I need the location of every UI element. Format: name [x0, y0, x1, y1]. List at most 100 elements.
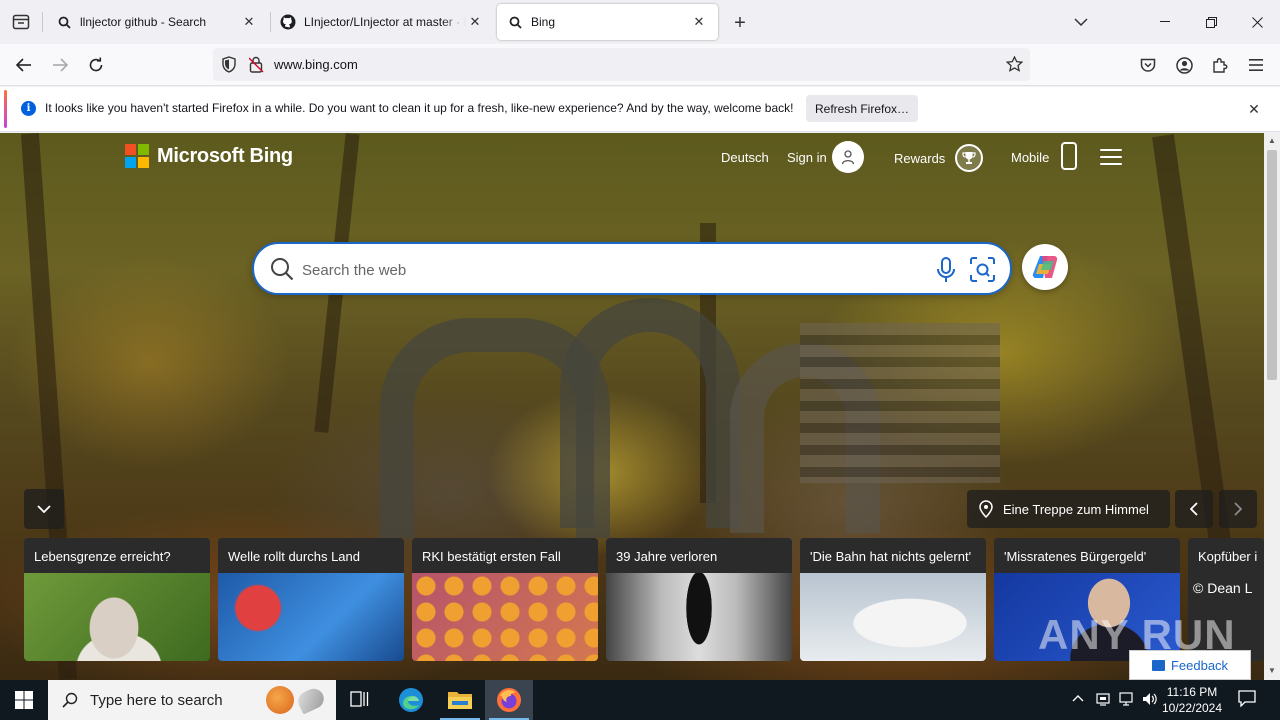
- news-card-title: Welle rollt durchs Land: [228, 549, 360, 564]
- extensions-button[interactable]: [1204, 49, 1236, 81]
- feedback-button[interactable]: Feedback: [1129, 650, 1251, 680]
- news-card-title: 'Missratenes Bürgergeld': [1004, 549, 1147, 564]
- trophy-icon[interactable]: [955, 144, 983, 172]
- image-copyright[interactable]: © Dean L: [1193, 580, 1252, 596]
- task-view-button[interactable]: [336, 680, 384, 720]
- url-text[interactable]: www.bing.com: [274, 57, 358, 72]
- volume-icon[interactable]: [1142, 691, 1158, 710]
- pocket-button[interactable]: [1132, 49, 1164, 81]
- avatar[interactable]: [832, 141, 864, 173]
- network-icon[interactable]: [1119, 691, 1135, 710]
- account-icon: [1175, 56, 1193, 74]
- mobile-phone-icon[interactable]: [1061, 142, 1077, 170]
- close-tab-icon[interactable]: ✕: [466, 13, 484, 31]
- tab-title: LInjector/LInjector at master · It: [304, 15, 466, 29]
- action-center-icon[interactable]: [1238, 689, 1256, 710]
- reload-button[interactable]: [80, 49, 112, 81]
- page-scrollbar[interactable]: ▲ ▼: [1264, 133, 1280, 680]
- search-input[interactable]: [302, 258, 902, 282]
- back-button[interactable]: [8, 49, 40, 81]
- next-image-button[interactable]: [1219, 490, 1257, 528]
- hamburger-line: [1100, 163, 1122, 165]
- logo-yellow: [138, 157, 149, 168]
- collapse-feed-button[interactable]: [24, 489, 64, 529]
- edge-taskbar-button[interactable]: [387, 680, 435, 720]
- url-bar[interactable]: www.bing.com: [213, 48, 1030, 81]
- search-box[interactable]: [252, 242, 1012, 295]
- minimize-button[interactable]: [1142, 0, 1188, 44]
- info-icon: i: [21, 101, 36, 116]
- scroll-up-icon[interactable]: ▲: [1268, 136, 1276, 145]
- image-info-button[interactable]: Eine Treppe zum Himmel: [967, 490, 1170, 528]
- show-hidden-icons-chevron[interactable]: [1072, 690, 1084, 705]
- close-tab-icon[interactable]: ✕: [690, 13, 708, 31]
- microsoft-bing-logo[interactable]: Microsoft Bing: [125, 144, 293, 168]
- task-view-icon: [350, 691, 369, 707]
- sign-in-link[interactable]: Sign in: [787, 150, 827, 165]
- tab-bing[interactable]: Bing ✕: [497, 4, 718, 40]
- news-card-title: Lebensgrenze erreicht?: [34, 549, 171, 564]
- news-card-image: [24, 573, 210, 661]
- tracking-protection-shield-icon[interactable]: [221, 56, 237, 78]
- rewards-link[interactable]: Rewards: [894, 151, 945, 166]
- restore-button[interactable]: [1188, 0, 1234, 44]
- close-window-button[interactable]: [1234, 0, 1280, 44]
- mobile-link[interactable]: Mobile: [1011, 150, 1049, 165]
- whistle-icon: [294, 685, 328, 715]
- brand-name: Microsoft Bing: [157, 144, 293, 167]
- firefox-view-button[interactable]: [0, 0, 42, 44]
- news-card-image: [606, 573, 792, 661]
- news-card-image: [218, 573, 404, 661]
- notification-message: It looks like you haven't started Firefo…: [45, 101, 794, 115]
- tab-llnjector-search[interactable]: llnjector github - Search ✕: [46, 4, 268, 40]
- close-tab-icon[interactable]: ✕: [240, 13, 258, 31]
- firefox-taskbar-button[interactable]: [485, 680, 533, 720]
- notification-accent: [4, 90, 7, 128]
- user-icon: [841, 150, 855, 165]
- microphone-icon[interactable]: [936, 257, 956, 288]
- start-button[interactable]: [0, 680, 48, 720]
- news-card[interactable]: Lebensgrenze erreicht?: [24, 538, 210, 661]
- bing-menu-button[interactable]: [1100, 149, 1122, 165]
- windows-defender-icon[interactable]: [1096, 691, 1110, 710]
- copilot-button[interactable]: [1022, 244, 1068, 290]
- tab-github[interactable]: LInjector/LInjector at master · It ✕: [270, 4, 494, 40]
- file-explorer-icon: [448, 692, 472, 709]
- feedback-label: Feedback: [1170, 657, 1229, 673]
- previous-image-button[interactable]: [1175, 490, 1213, 528]
- refresh-notification-bar: i It looks like you haven't started Fire…: [0, 87, 1280, 132]
- list-all-tabs-button[interactable]: [1058, 0, 1104, 44]
- system-clock[interactable]: 11:16 PM 10/22/2024: [1160, 684, 1224, 716]
- news-card[interactable]: 39 Jahre verloren: [606, 538, 792, 661]
- news-card[interactable]: Welle rollt durchs Land: [218, 538, 404, 661]
- news-card-title: Kopfüber i: [1198, 549, 1258, 564]
- bookmark-star-icon[interactable]: [1005, 55, 1024, 77]
- language-link[interactable]: Deutsch: [721, 150, 769, 165]
- account-button[interactable]: [1168, 49, 1200, 81]
- news-card[interactable]: RKI bestätigt ersten Fall: [412, 538, 598, 661]
- news-card[interactable]: 'Die Bahn hat nichts gelernt': [800, 538, 986, 661]
- forward-button[interactable]: [44, 49, 76, 81]
- refresh-firefox-button[interactable]: Refresh Firefox…: [806, 95, 918, 122]
- new-tab-button[interactable]: +: [728, 11, 752, 35]
- close-notification-icon[interactable]: ✕: [1245, 100, 1263, 118]
- chevron-down-icon: [1074, 18, 1088, 26]
- windows-taskbar: Type here to search 11:16 PM 10/22/2024: [0, 680, 1280, 720]
- tab-strip: llnjector github - Search ✕ LInjector/LI…: [0, 0, 1280, 44]
- app-menu-button[interactable]: [1240, 49, 1272, 81]
- scroll-down-icon[interactable]: ▼: [1268, 666, 1276, 675]
- search-icon[interactable]: [270, 257, 294, 286]
- search-icon: [507, 14, 523, 30]
- visual-search-icon[interactable]: [969, 256, 996, 288]
- scrollbar-thumb[interactable]: [1267, 150, 1277, 380]
- taskbar-search-placeholder: Type here to search: [90, 691, 223, 709]
- firefox-icon: [497, 688, 521, 712]
- site-info-lock-icon[interactable]: [248, 56, 264, 78]
- clock-time: 11:16 PM: [1166, 685, 1218, 699]
- file-explorer-taskbar-button[interactable]: [436, 680, 484, 720]
- taskbar-search-box[interactable]: Type here to search: [48, 680, 336, 720]
- github-icon: [280, 14, 296, 30]
- search-icon: [62, 692, 78, 708]
- tab-title: llnjector github - Search: [80, 15, 207, 29]
- close-icon: [1251, 16, 1263, 28]
